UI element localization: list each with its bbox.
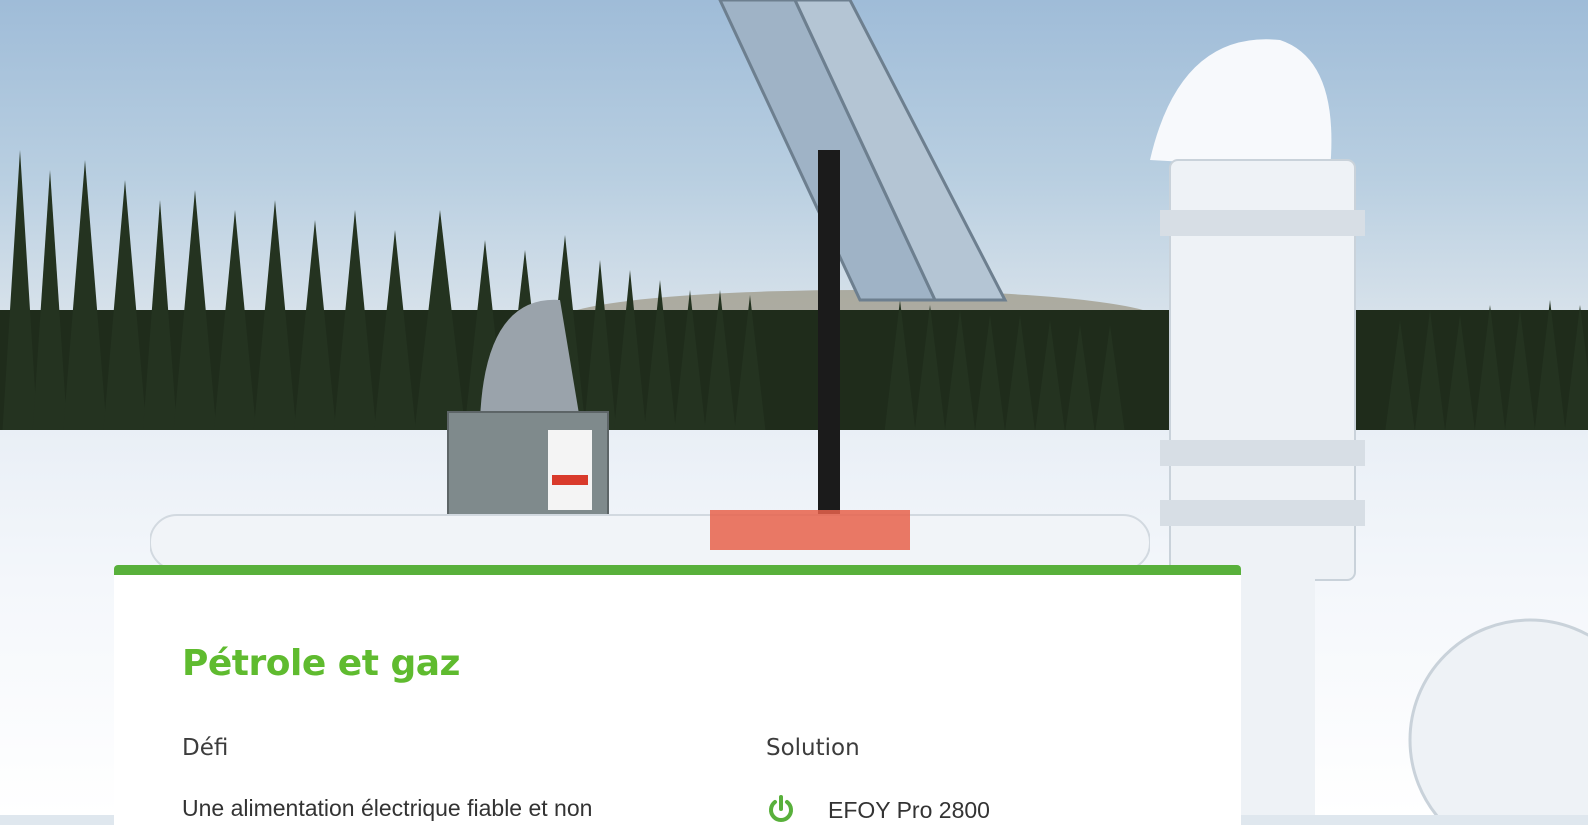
power-icon	[769, 795, 793, 822]
challenge-heading: Défi	[182, 735, 229, 761]
solution-item-label: EFOY Pro 2800	[828, 796, 990, 823]
industry-card: Pétrole et gaz Défi Une alimentation éle…	[114, 565, 1241, 825]
solution-heading: Solution	[766, 735, 860, 761]
solution-item[interactable]: EFOY Pro 2800	[766, 795, 990, 825]
solar-panel-illustration	[718, 0, 1008, 570]
challenge-text: Une alimentation électrique fiable et no…	[182, 795, 593, 821]
section-title: Pétrole et gaz	[182, 643, 460, 684]
